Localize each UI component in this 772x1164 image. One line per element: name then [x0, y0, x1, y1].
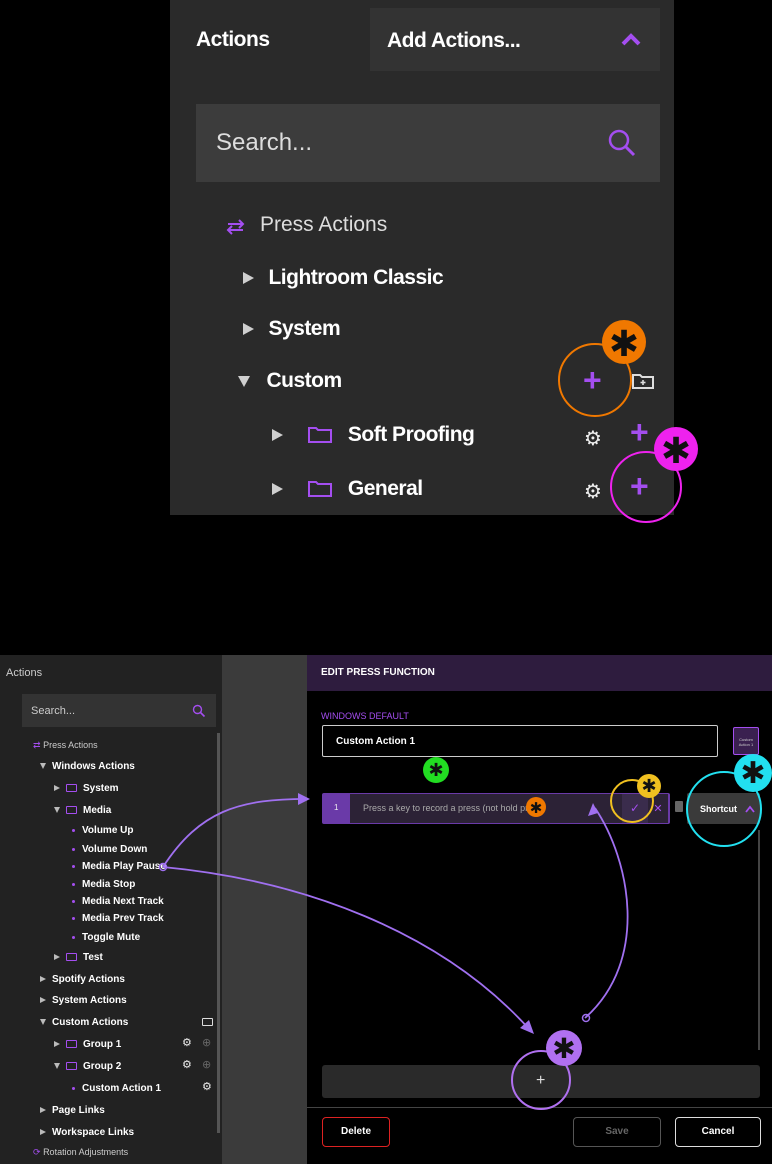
- asterisk-badge-icon: ✱: [423, 757, 449, 783]
- arrowhead-icon: [298, 793, 310, 805]
- arrow-to-add-button: [162, 866, 531, 1031]
- arrow-back-to-press-row: [584, 807, 629, 1019]
- asterisk-badge-icon: ✱: [546, 1030, 582, 1066]
- asterisk-badge-icon: ✱: [734, 754, 772, 792]
- arrow-to-press-row: [162, 798, 301, 868]
- asterisk-badge-icon: ✱: [526, 797, 546, 817]
- annotation-arrows: [158, 793, 629, 1034]
- asterisk-badge-icon: ✱: [637, 774, 661, 798]
